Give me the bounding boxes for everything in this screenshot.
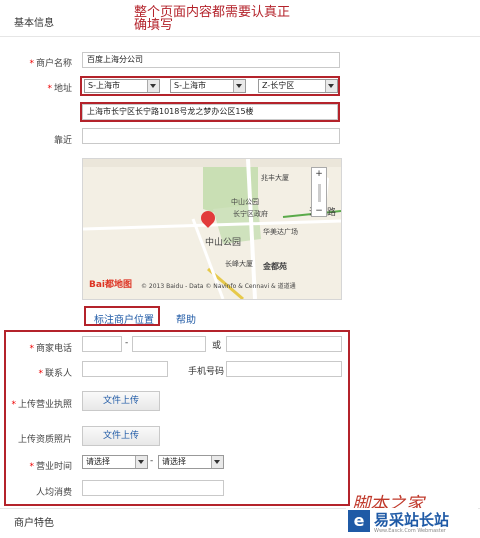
phone-label: * 商家电话	[29, 344, 72, 354]
district-select[interactable]: Z-长宁区	[258, 79, 338, 93]
or-label: 或	[212, 341, 222, 351]
chevron-down-icon	[135, 456, 147, 468]
phone-number-input[interactable]	[132, 336, 206, 352]
province-select[interactable]: S-上海市	[84, 79, 160, 93]
merchant-name-input[interactable]: 百度上海分公司	[82, 52, 340, 68]
zoom-control[interactable]: + −	[311, 167, 327, 217]
avg-spend-label: 人均消费	[35, 488, 72, 498]
address-detail-input[interactable]: 上海市长宁区长宁路1018号龙之梦办公区15楼	[82, 104, 338, 120]
mark-location-link[interactable]: 标注商户位置	[94, 311, 154, 326]
hours-start-select[interactable]: 请选择	[82, 455, 148, 469]
divider	[0, 36, 480, 37]
hours-label: * 营业时间	[29, 462, 72, 472]
mobile-input[interactable]	[226, 361, 342, 377]
alt-phone-input[interactable]	[226, 336, 342, 352]
qualification-upload-button[interactable]: 文件上传	[82, 426, 160, 446]
section-title-basic: 基本信息	[14, 18, 54, 29]
map-label: 中山公园	[205, 238, 242, 248]
map-label: 华美达广场	[263, 228, 298, 236]
map-copyright: © 2013 Baidu - Data © Navinfo & Cennavi …	[141, 283, 296, 290]
brand-e-icon: e	[348, 510, 370, 532]
license-label: * 上传营业执照	[11, 400, 72, 410]
map-label: 长峰大厦	[225, 260, 253, 268]
license-upload-button[interactable]: 文件上传	[82, 391, 160, 411]
chevron-down-icon	[325, 80, 337, 92]
help-link[interactable]: 帮助	[176, 311, 196, 326]
city-select[interactable]: S-上海市	[170, 79, 246, 93]
watermark-logo: e 易采站长站 Www.Easck.Com Webmaster	[346, 508, 478, 536]
nearby-label: 靠近	[53, 136, 72, 146]
zoom-out-icon[interactable]: −	[312, 206, 326, 216]
instruction-note: 整个页面内容都需要认真正确填写	[134, 5, 291, 33]
map-panel[interactable]: 兆丰大厦 中山公园 长宁区政府 江苏路 华美达广场 中山公园 长峰大厦 金都苑 …	[82, 158, 342, 300]
zoom-in-icon[interactable]: +	[312, 168, 326, 180]
section-title-features: 商户特色	[14, 518, 54, 529]
chevron-down-icon	[211, 456, 223, 468]
merchant-name-label: * 商户名称	[29, 59, 72, 69]
watermark-sub: Www.Easck.Com Webmaster	[374, 528, 446, 534]
map-label: 兆丰大厦	[261, 174, 289, 182]
phone-dash: -	[125, 338, 129, 348]
baidu-map-logo: Bai都地图	[89, 280, 133, 290]
qualification-label: 上传资质照片	[17, 435, 72, 445]
map-label: 金都苑	[263, 262, 287, 271]
avg-spend-input[interactable]	[82, 480, 224, 496]
chevron-down-icon	[233, 80, 245, 92]
phone-area-input[interactable]	[82, 336, 122, 352]
address-label: * 地址	[47, 84, 72, 94]
watermark-brand: 易采站长站	[374, 511, 450, 529]
contact-input[interactable]	[82, 361, 168, 377]
chevron-down-icon	[147, 80, 159, 92]
hours-dash: -	[150, 456, 154, 466]
map-label: 长宁区政府	[233, 210, 268, 218]
hours-end-select[interactable]: 请选择	[158, 455, 224, 469]
mobile-label: 手机号码	[188, 367, 225, 377]
nearby-input[interactable]	[82, 128, 340, 144]
map-label: 中山公园	[231, 198, 259, 206]
contact-label: * 联系人	[38, 369, 72, 379]
